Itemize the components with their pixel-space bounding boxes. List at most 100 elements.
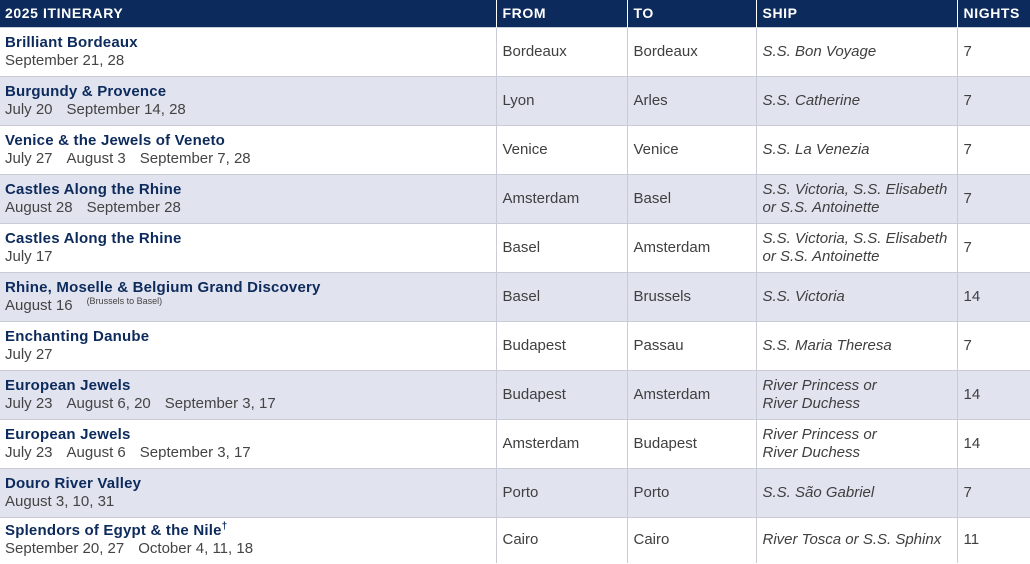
ship-name: S.S. La Venezia (762, 140, 870, 158)
tour-dates: August 16 (Brussels to Basel) (5, 295, 490, 315)
ship-name: S.S. Victoria (762, 287, 845, 305)
tour-name-line: Brilliant Bordeaux (5, 34, 490, 52)
departure-date: August 3, 10, 31 (5, 492, 115, 510)
footnote-mark: † (221, 521, 228, 533)
from-cell: Budapest (495, 370, 627, 419)
table-row: European Jewels July 23 August 6, 20 Septem… (0, 370, 1030, 419)
tour-name: Rhine, Moselle & Belgium Grand Discovery (5, 278, 321, 296)
table-row: Splendors of Egypt & the Nile† September … (0, 517, 1030, 563)
table-row: Brilliant Bordeaux September 21, 28 Bordea… (0, 27, 1030, 76)
tour-name: Douro River Valley (5, 474, 142, 492)
header-nights: NIGHTS (956, 0, 1030, 27)
ship-name: River Tosca or S.S. Sphinx (762, 531, 942, 549)
ship-name: S.S. São Gabriel (762, 483, 875, 501)
tour-dates: September 21, 28 (5, 52, 490, 70)
from-cell: Porto (495, 468, 627, 517)
itinerary-cell: Splendors of Egypt & the Nile† September … (0, 517, 496, 563)
table-row: Venice & the Jewels of Veneto July 27 Augu… (0, 125, 1030, 174)
ship-name: or S.S. Antoinette (762, 247, 880, 265)
to-cell: Porto (626, 468, 756, 517)
tour-name: Enchanting Danube (5, 327, 150, 345)
departure-date: October 4, 11, 18 (138, 540, 254, 558)
ship-name: or S.S. Antoinette (762, 198, 880, 216)
tour-name: Castles Along the Rhine (5, 180, 182, 198)
nights-cell: 7 (956, 125, 1030, 174)
to-cell: Brussels (626, 272, 756, 321)
departure-date: September 21, 28 (5, 51, 125, 69)
tour-dates: September 20, 27 October 4, 11, 18 (5, 540, 490, 558)
departure-date: July 27 (5, 149, 53, 167)
tour-dates: August 3, 10, 31 (5, 493, 490, 511)
tour-dates: July 23 August 6 September 3, 17 (5, 444, 490, 462)
itinerary-cell: Brilliant Bordeaux September 21, 28 (0, 27, 496, 76)
ship-cell: S.S. Catherine (755, 76, 957, 125)
table-row: Castles Along the Rhine August 28 Septembe… (0, 174, 1030, 223)
tour-name-line: Castles Along the Rhine (5, 230, 490, 248)
tour-name: Venice & the Jewels of Veneto (5, 131, 226, 149)
tour-dates: August 28 September 28 (5, 199, 490, 217)
nights-cell: 7 (956, 27, 1030, 76)
header-row: 2025 ITINERARY FROM TO SHIP NIGHTS (0, 0, 1030, 27)
tour-name: Splendors of Egypt & the Nile (5, 522, 222, 540)
itinerary-cell: Enchanting Danube July 27 (0, 321, 496, 370)
departure-date: August 6, 20 (66, 394, 151, 412)
itinerary-table: 2025 ITINERARY FROM TO SHIP NIGHTS Brill… (0, 0, 1030, 563)
tour-name-line: Enchanting Danube (5, 328, 490, 346)
from-cell: Cairo (495, 517, 627, 563)
nights-cell: 7 (956, 468, 1030, 517)
to-cell: Venice (626, 125, 756, 174)
to-cell: Bordeaux (626, 27, 756, 76)
itinerary-cell: Burgundy & Provence July 20 September 14, … (0, 76, 496, 125)
departure-date: September 28 (86, 198, 181, 216)
from-cell: Basel (495, 223, 627, 272)
tour-dates: July 23 August 6, 20 September 3, 17 (5, 395, 490, 413)
table-row: Rhine, Moselle & Belgium Grand Discovery… (0, 272, 1030, 321)
table-row: European Jewels July 23 August 6 September … (0, 419, 1030, 468)
itinerary-cell: European Jewels July 23 August 6, 20 Septem… (0, 370, 496, 419)
from-cell: Budapest (495, 321, 627, 370)
tour-name-line: Venice & the Jewels of Veneto (5, 132, 490, 150)
ship-cell: S.S. Victoria, S.S. Elisabeth or S.S. Ant… (755, 174, 957, 223)
departure-date: July 23 (5, 394, 53, 412)
ship-name: S.S. Catherine (762, 91, 861, 109)
tour-name-line: Douro River Valley (5, 475, 490, 493)
to-cell: Budapest (626, 419, 756, 468)
header-ship: SHIP (755, 0, 957, 27)
ship-name: River Duchess (762, 443, 861, 461)
departure-date: August 6 (66, 443, 126, 461)
ship-name: River Duchess (762, 394, 861, 412)
itinerary-cell: Venice & the Jewels of Veneto July 27 Augu… (0, 125, 496, 174)
nights-cell: 14 (956, 370, 1030, 419)
from-cell: Amsterdam (495, 419, 627, 468)
date-note: (Brussels to Basel) (86, 295, 163, 306)
nights-cell: 7 (956, 223, 1030, 272)
ship-cell: S.S. Victoria, S.S. Elisabeth or S.S. Ant… (755, 223, 957, 272)
tour-name: Burgundy & Provence (5, 82, 167, 100)
from-cell: Basel (495, 272, 627, 321)
tour-name-line: Castles Along the Rhine (5, 181, 490, 199)
itinerary-cell: Castles Along the Rhine August 28 Septembe… (0, 174, 496, 223)
ship-cell: S.S. Bon Voyage (755, 27, 957, 76)
itinerary-cell: Castles Along the Rhine July 17 (0, 223, 496, 272)
table-row: Enchanting Danube July 27 Budapest Passau S.… (0, 321, 1030, 370)
tour-name: European Jewels (5, 376, 131, 394)
from-cell: Lyon (495, 76, 627, 125)
ship-name: S.S. Bon Voyage (762, 42, 877, 60)
header-to: TO (626, 0, 756, 27)
ship-name: S.S. Victoria, S.S. Elisabeth (762, 180, 948, 198)
from-cell: Amsterdam (495, 174, 627, 223)
tour-dates: July 27 (5, 346, 490, 364)
ship-name: River Princess or (762, 376, 877, 394)
ship-name: River Princess or (762, 425, 877, 443)
header-itinerary: 2025 ITINERARY (5, 5, 124, 22)
tour-name-line: Burgundy & Provence (5, 83, 490, 101)
tour-dates: July 17 (5, 248, 490, 266)
table-row: Castles Along the Rhine July 17 Basel Amste… (0, 223, 1030, 272)
tour-dates: July 27 August 3 September 7, 28 (5, 150, 490, 168)
ship-cell: River Princess or River Duchess (755, 419, 957, 468)
table-header: 2025 ITINERARY FROM TO SHIP NIGHTS (0, 0, 1030, 27)
itinerary-cell: Rhine, Moselle & Belgium Grand Discovery… (0, 272, 496, 321)
tour-name-line: Rhine, Moselle & Belgium Grand Discovery (5, 279, 490, 297)
to-cell: Cairo (626, 517, 756, 563)
to-cell: Amsterdam (626, 223, 756, 272)
